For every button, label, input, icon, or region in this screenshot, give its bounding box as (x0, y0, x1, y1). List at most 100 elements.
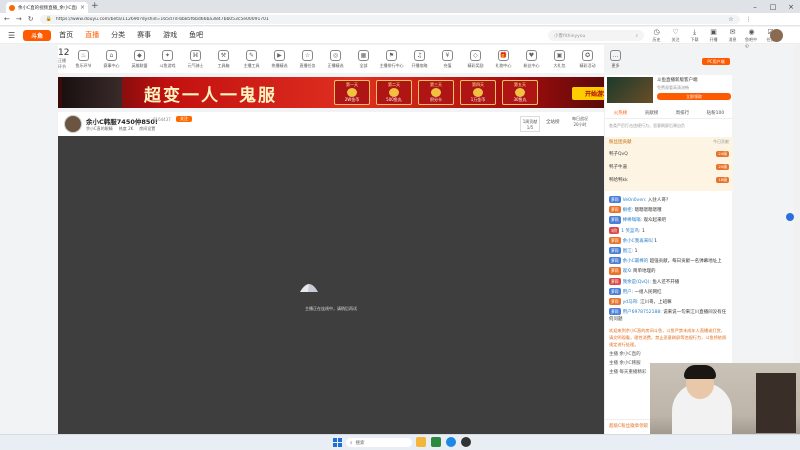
category-item[interactable]: ♥ 粉丝中心 (517, 49, 545, 69)
nav-events[interactable]: 赛事 (137, 30, 151, 40)
fan-rank-row[interactable]: 鸭子QvQ 24级 (609, 149, 729, 159)
category-item[interactable]: ✦ 斗鱼游戏 (153, 49, 181, 69)
category-item[interactable]: ⚑ 主播排行中心 (377, 49, 405, 69)
room-sub-info: 余小C直的眼睛 热度 2K 房间设置 (86, 126, 155, 132)
tab-weekly[interactable]: 周排行 (676, 110, 690, 118)
chat-username[interactable]: yd马哥: (623, 300, 639, 305)
fan-rank-row[interactable]: 鸭哈鸭kk 18级 (609, 175, 729, 185)
app-icon-green[interactable] (431, 437, 441, 447)
category-item[interactable]: ▣ 大礼包 (545, 49, 573, 69)
daily-stats-value: 20小时 (573, 122, 587, 127)
download-button[interactable]: ⤓ 下载 (688, 28, 701, 49)
nav-games[interactable]: 游戏 (163, 30, 177, 40)
windows-start-icon[interactable] (333, 438, 342, 447)
hamburger-menu-icon[interactable]: ☰ (8, 31, 15, 40)
browser-tab[interactable]: 余小C直的视频直播_余小C直的... × (6, 2, 88, 13)
bookmark-star-icon[interactable]: ☆ (728, 16, 733, 23)
category-label: 斗鱼游戏 (159, 62, 176, 68)
room-settings-link[interactable]: 房间设置 (139, 126, 155, 132)
room-info-bar: 余小C韩服7450仲850! 8164437 关注 余小C直的眼睛 热度 2K … (58, 112, 604, 136)
category-item[interactable]: ◆ 英雄联盟 (125, 49, 153, 69)
category-item[interactable]: ⌘ 元气骑士 (181, 49, 209, 69)
fan-rank-row[interactable]: 鸭子牛逼 20级 (609, 162, 729, 172)
chat-message: 萝莉 图江: 1 (605, 246, 733, 256)
chat-username[interactable]: 图江: (623, 249, 634, 254)
yuba-center-button[interactable]: ◉ 鱼吧中心 (745, 28, 758, 49)
streamer-avatar[interactable] (64, 115, 82, 133)
chat-text: 1 (641, 228, 645, 234)
tab-close-icon[interactable]: × (80, 4, 85, 11)
category-item[interactable]: ◇ 精彩奖励 (461, 49, 489, 69)
category-item[interactable]: ♨ 鱼乐环节 (69, 49, 97, 69)
forward-icon[interactable]: → (16, 15, 22, 23)
streamer-name[interactable]: 余小C直的眼睛 (86, 126, 113, 132)
category-item[interactable]: ▦ 全部 (349, 49, 377, 69)
live-count-item[interactable]: 12 正播环节 (58, 48, 69, 70)
category-item[interactable]: 🎁 礼物中心 (489, 49, 517, 69)
nav-yuba[interactable]: 鱼吧 (189, 30, 203, 40)
tab-contrib[interactable]: 贡献榜 (645, 110, 659, 118)
edge-icon[interactable] (446, 437, 456, 447)
follow-button[interactable]: 关注 (176, 116, 192, 122)
file-explorer-icon[interactable] (416, 437, 426, 447)
category-item[interactable]: ♫ 开播攻略 (405, 49, 433, 69)
close-window-icon[interactable]: × (782, 0, 800, 13)
search-input[interactable]: 小鲁fithieyyou ⌕ (548, 30, 644, 41)
user-avatar[interactable] (770, 29, 783, 42)
ad-claim-button[interactable]: 立即领取 (657, 93, 731, 100)
obs-icon[interactable] (461, 437, 471, 447)
start-game-button[interactable]: 开始游戏 (572, 87, 604, 100)
follow-button[interactable]: ♡ 关注 (669, 28, 682, 49)
category-item[interactable]: ¥ 充值 (433, 49, 461, 69)
chat-username[interactable]: 1 笑蓝鸟: (621, 229, 640, 234)
search-icon[interactable]: ⌕ (635, 33, 638, 39)
chat-username[interactable]: 用户6978752188: (623, 310, 662, 315)
maximize-icon[interactable]: □ (764, 0, 782, 13)
chat-username[interactable]: 棒棒嗡嗡: (623, 218, 643, 223)
video-player[interactable]: 主播正在连线中，请稍后再试 (58, 136, 604, 434)
category-item[interactable]: ☆ 直播任务 (293, 49, 321, 69)
chat-username[interactable]: 用户: (623, 290, 634, 295)
chat-username[interactable]: 我余是(QvQ): (623, 280, 651, 285)
url-field[interactable]: 🔒 https://www.douyu.com/beta/112690?dysh… (39, 14, 740, 24)
category-icon: ♨ (77, 49, 89, 61)
tab-hot[interactable]: 火热榜 (614, 110, 628, 118)
extensions-icon[interactable]: ⋮ (746, 16, 752, 23)
follow-label: 关注 (671, 37, 680, 42)
chat-username[interactable]: 余小C最棒的 (623, 259, 649, 264)
category-item[interactable]: ✪ 精彩活动 (573, 49, 601, 69)
daily-stats[interactable]: 每日战况 20小时 (572, 116, 588, 128)
chat-username[interactable]: 余小C我再来叫 (623, 239, 653, 244)
category-item[interactable]: … 更多 (601, 49, 629, 69)
category-item[interactable]: ✎ 主播工具 (237, 49, 265, 69)
promo-banner[interactable]: 超变一人一鬼服 第一天 2W金币 第二天 500鱼丸 第三天 积分卡 第四天 1万金币 第五天 3… (58, 77, 604, 108)
category-item[interactable]: ▶ 热播精选 (265, 49, 293, 69)
chat-message: 萝莉 用户6978752188: 说来说一句来江川直播间没有任何问题 (605, 307, 733, 324)
category-item[interactable]: ⌂ 赛事中心 (97, 49, 125, 69)
reload-icon[interactable]: ↻ (28, 15, 34, 23)
minimize-icon[interactable]: – (746, 0, 764, 13)
floating-assist-icon[interactable] (786, 213, 794, 221)
douyu-logo[interactable]: 斗鱼 (23, 29, 52, 41)
nav-category[interactable]: 分类 (111, 30, 125, 40)
all-site-rank-link[interactable]: 全站榜 (546, 119, 560, 125)
messages-button[interactable]: ✉ 消息 (726, 28, 739, 49)
chat-username[interactable]: 橱柜: (623, 208, 634, 213)
coin-icon (389, 88, 399, 97)
client-ad[interactable]: 斗鱼直播新版客户端 免费观看高清流畅 立即领取 (605, 75, 733, 105)
pc-client-button[interactable]: PC用户端 (702, 58, 730, 65)
category-item[interactable]: ⚒ 工具箱 (209, 49, 237, 69)
weekly-rank[interactable]: 1周贡献 1/5 (520, 116, 540, 132)
user-badge: 萝莉 (609, 308, 621, 316)
category-item[interactable]: ◎ 正播精选 (321, 49, 349, 69)
broadcast-button[interactable]: ▣ 开播 (707, 28, 720, 49)
chat-username[interactable]: Ve0n0ven: (623, 198, 647, 203)
back-icon[interactable]: ← (4, 15, 10, 23)
nav-home[interactable]: 首页 (59, 30, 73, 40)
new-tab-icon[interactable]: + (91, 1, 99, 11)
tab-fans[interactable]: 钻粉100 (707, 110, 725, 118)
taskbar-search[interactable]: ⌕ 搜索 (346, 438, 412, 447)
chat-username[interactable]: 观众 (623, 269, 632, 274)
history-button[interactable]: ◷ 历史 (650, 28, 663, 49)
nav-live[interactable]: 直播 (85, 30, 99, 40)
